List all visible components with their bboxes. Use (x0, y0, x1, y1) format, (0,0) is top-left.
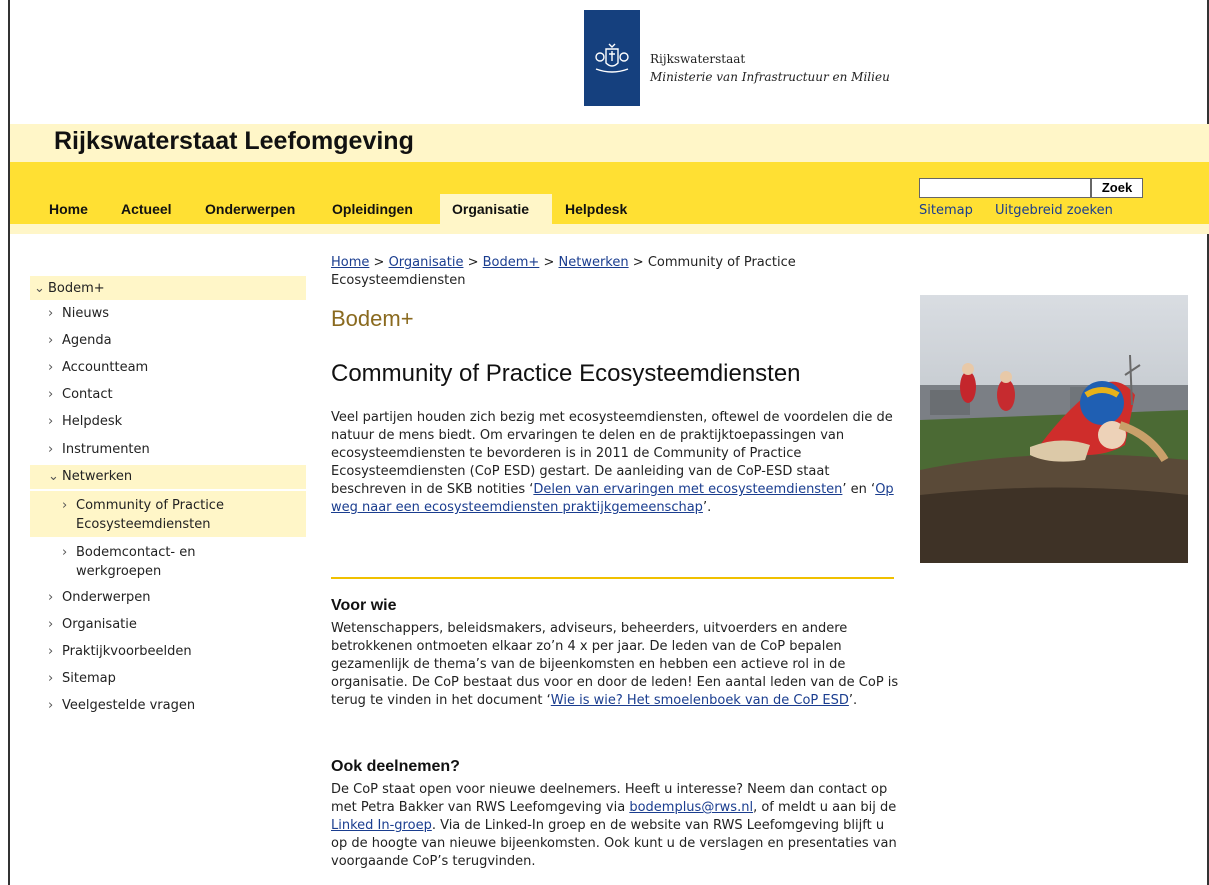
voor-wie-heading: Voor wie (331, 597, 397, 614)
sidebar-item-praktijkvoorbeelden[interactable]: › Praktijkvoorbeelden (48, 644, 192, 659)
sidebar-item-accountteam[interactable]: › Accountteam (48, 360, 148, 375)
chevron-right-icon: › (48, 617, 54, 632)
chevron-right-icon: › (62, 498, 68, 513)
advanced-search-link[interactable]: Uitgebreid zoeken (995, 203, 1113, 218)
voor-wie-paragraph: Wetenschappers, beleidsmakers, adviseurs… (331, 621, 899, 708)
sidebar-item-nieuws[interactable]: › Nieuws (48, 306, 109, 321)
sidebar-item-instrumenten[interactable]: › Instrumenten (48, 442, 150, 457)
nav-lower-band (10, 224, 1209, 234)
page-title: Community of Practice Ecosysteemdiensten (331, 360, 801, 387)
breadcrumb-separator: > (632, 255, 644, 270)
breadcrumb-separator: > (543, 255, 555, 270)
chevron-right-icon: › (48, 590, 54, 605)
chevron-right-icon: › (48, 306, 54, 321)
nav-home[interactable]: Home (49, 201, 88, 217)
nav-actueel[interactable]: Actueel (121, 201, 172, 217)
ministry-name: Ministerie van Infrastructuur en Milieu (650, 70, 890, 84)
org-name: Rijkswaterstaat (650, 52, 746, 66)
coat-of-arms-icon (584, 10, 640, 106)
site-logo[interactable]: Rijkswaterstaat Ministerie van Infrastru… (584, 10, 890, 106)
section-divider (331, 577, 894, 579)
search-button[interactable]: Zoek (1091, 178, 1143, 198)
chevron-right-icon: › (48, 333, 54, 348)
sidebar-item-agenda[interactable]: › Agenda (48, 333, 112, 348)
ook-deelnemen-heading: Ook deelnemen? (331, 758, 460, 775)
site-title[interactable]: Rijkswaterstaat Leefomgeving (54, 127, 414, 156)
breadcrumb-netwerken[interactable]: Netwerken (559, 255, 629, 270)
breadcrumb-organisatie[interactable]: Organisatie (389, 255, 464, 270)
sidebar-item-helpdesk[interactable]: › Helpdesk (48, 414, 122, 429)
linkedin-group-link[interactable]: Linked In-groep (331, 818, 432, 833)
sidebar-item-netwerken[interactable]: ⌄ Netwerken (48, 469, 132, 484)
sidebar-item-bodem[interactable]: ⌄ Bodem+ (34, 281, 105, 296)
chevron-right-icon: › (48, 387, 54, 402)
section-title: Bodem+ (331, 306, 414, 331)
chevron-right-icon: › (48, 442, 54, 457)
children-playing-photo (920, 295, 1188, 563)
sidebar-item-community-of-practice[interactable]: › Community of Practice Ecosysteemdiensten (62, 496, 224, 534)
nav-opleidingen[interactable]: Opleidingen (332, 201, 413, 217)
email-link[interactable]: bodemplus@rws.nl (629, 800, 753, 815)
chevron-right-icon: › (48, 671, 54, 686)
breadcrumb-separator: > (467, 255, 479, 270)
sidebar-item-organisatie[interactable]: › Organisatie (48, 617, 137, 632)
intro-paragraph: Veel partijen houden zich bezig met ecos… (331, 410, 894, 515)
breadcrumb-bodem[interactable]: Bodem+ (483, 255, 540, 270)
sitemap-link[interactable]: Sitemap (919, 203, 973, 218)
chevron-right-icon: › (48, 698, 54, 713)
breadcrumb-separator: > (373, 255, 385, 270)
sidebar-item-onderwerpen[interactable]: › Onderwerpen (48, 590, 151, 605)
sidebar-item-contact[interactable]: › Contact (48, 387, 113, 402)
ook-deelnemen-paragraph: De CoP staat open voor nieuwe deelnemers… (331, 782, 897, 869)
smoelenboek-link[interactable]: Wie is wie? Het smoelenboek van de CoP E… (551, 693, 849, 708)
nav-helpdesk[interactable]: Helpdesk (565, 201, 627, 217)
search-input[interactable] (919, 178, 1091, 198)
skb-note-link-1[interactable]: Delen van ervaringen met ecosysteemdiens… (533, 482, 842, 497)
breadcrumb: Home > Organisatie > Bodem+ > Netwerken … (331, 254, 891, 290)
nav-onderwerpen[interactable]: Onderwerpen (205, 201, 295, 217)
chevron-down-icon: ⌄ (48, 469, 59, 484)
chevron-right-icon: › (48, 644, 54, 659)
chevron-down-icon: ⌄ (34, 281, 45, 296)
sidebar-item-veelgestelde-vragen[interactable]: › Veelgestelde vragen (48, 698, 195, 713)
sidebar-item-bodemcontact[interactable]: › Bodemcontact- en werkgroepen (62, 543, 196, 581)
sidebar-item-sitemap[interactable]: › Sitemap (48, 671, 116, 686)
chevron-right-icon: › (62, 545, 68, 560)
chevron-right-icon: › (48, 414, 54, 429)
breadcrumb-home[interactable]: Home (331, 255, 369, 270)
nav-organisatie[interactable]: Organisatie (452, 201, 529, 217)
chevron-right-icon: › (48, 360, 54, 375)
